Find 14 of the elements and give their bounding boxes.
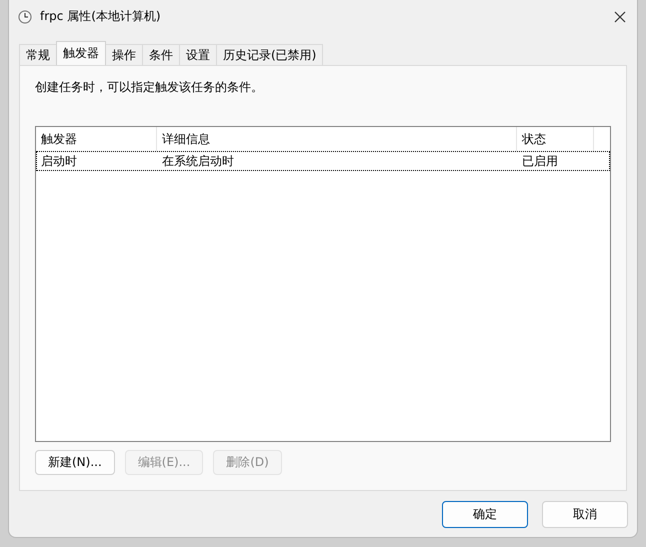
- list-button[interactable]: 新建(N)...: [35, 450, 115, 475]
- column-header[interactable]: 详细信息: [157, 127, 517, 151]
- tab[interactable]: 触发器: [56, 41, 106, 65]
- dialog-button[interactable]: 取消: [542, 501, 628, 528]
- clock-icon: [18, 10, 32, 24]
- close-icon[interactable]: [613, 10, 627, 24]
- tab[interactable]: 历史记录(已禁用): [216, 44, 324, 65]
- column-header[interactable]: 触发器: [36, 127, 157, 151]
- trigger-row[interactable]: 启动时 在系统启动时 已启用: [36, 151, 610, 171]
- description-text: 创建任务时，可以指定触发该任务的条件。: [35, 79, 264, 96]
- tab[interactable]: 常规: [19, 44, 57, 65]
- window-title: frpc 属性(本地计算机): [40, 8, 161, 25]
- dialog-button[interactable]: 确定: [442, 501, 528, 528]
- column-header[interactable]: 状态: [517, 127, 594, 151]
